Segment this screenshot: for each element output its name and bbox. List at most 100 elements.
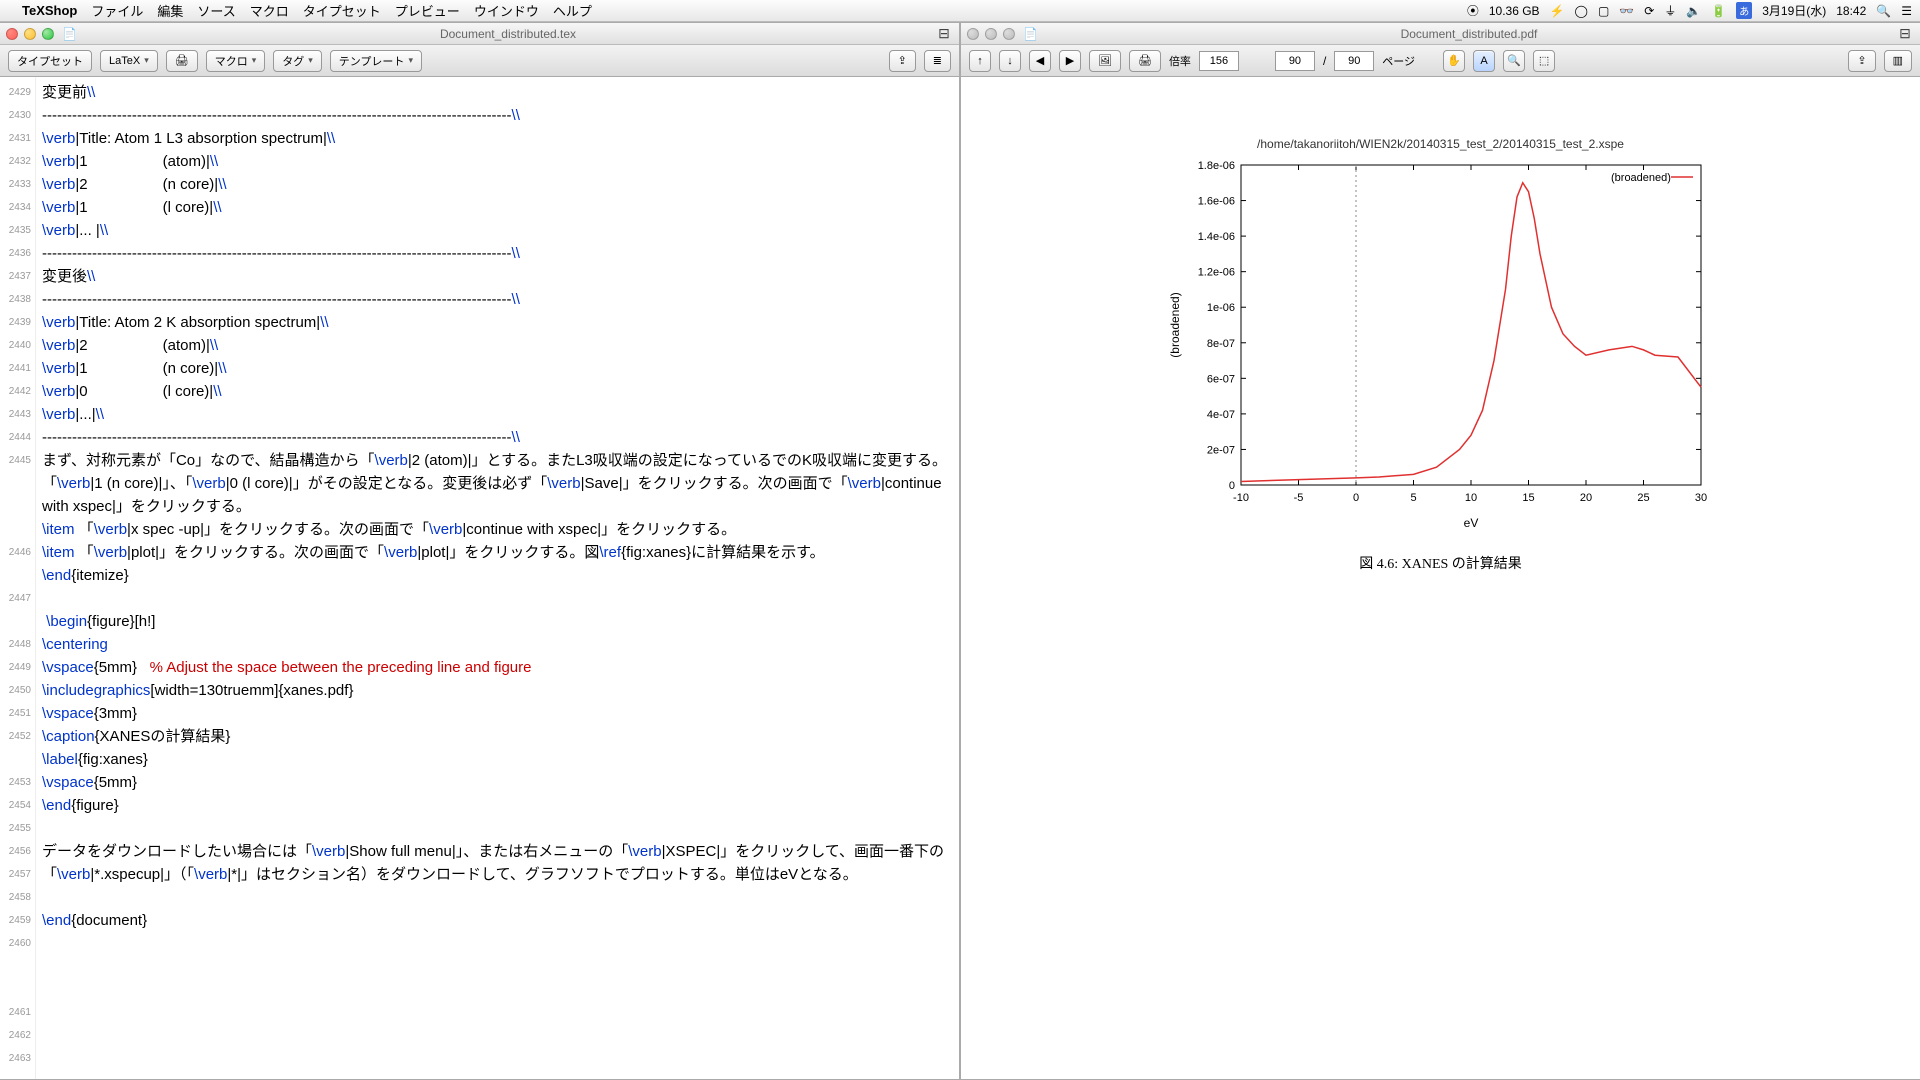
menu-preview[interactable]: プレビュー bbox=[395, 1, 460, 20]
box-icon[interactable]: ▢ bbox=[1598, 4, 1609, 18]
zoom-icon[interactable] bbox=[1003, 28, 1015, 40]
line-gutter: 2429243024312432243324342435243624372438… bbox=[0, 77, 36, 1079]
code-line[interactable]: \vspace{3mm} bbox=[42, 702, 953, 725]
code-line[interactable]: \verb|1 (l core)|\\ bbox=[42, 196, 953, 219]
zoom-tool-button[interactable]: 🔍 bbox=[1503, 50, 1525, 72]
close-icon[interactable] bbox=[967, 28, 979, 40]
forward-button[interactable]: ▶ bbox=[1059, 50, 1081, 72]
page-down-button[interactable]: ↓ bbox=[999, 50, 1021, 72]
typeset-button[interactable]: タイプセット bbox=[8, 50, 92, 72]
svg-text:(broadened): (broadened) bbox=[1611, 172, 1671, 184]
code-line[interactable]: ----------------------------------------… bbox=[42, 288, 953, 311]
ime-icon[interactable]: あ bbox=[1736, 2, 1752, 19]
date[interactable]: 3月19日(水) bbox=[1762, 2, 1826, 19]
print-button[interactable]: 🖨 bbox=[1129, 50, 1161, 72]
menu-edit[interactable]: 編集 bbox=[157, 1, 183, 20]
code-line[interactable]: \end{itemize} bbox=[42, 564, 953, 587]
split-button[interactable]: ≣ bbox=[924, 50, 951, 72]
volume-icon[interactable]: 🔈 bbox=[1686, 4, 1701, 18]
drawer-button[interactable]: ▥ bbox=[1884, 50, 1912, 72]
code-line[interactable] bbox=[42, 587, 953, 610]
share-button[interactable]: ⇪ bbox=[889, 50, 916, 72]
code-line[interactable]: \end{document} bbox=[42, 909, 953, 932]
code-line[interactable]: 変更後\\ bbox=[42, 265, 953, 288]
page-input[interactable] bbox=[1275, 51, 1315, 71]
toolbar-toggle-icon[interactable]: ⊟ bbox=[935, 25, 953, 43]
code-line[interactable]: \vspace{5mm} % Adjust the space between … bbox=[42, 656, 953, 679]
hand-tool-button[interactable]: ✋ bbox=[1443, 50, 1465, 72]
code-line[interactable]: \caption{XANESの計算結果} bbox=[42, 725, 953, 748]
menu-window[interactable]: ウインドウ bbox=[474, 1, 539, 20]
svg-text:0: 0 bbox=[1352, 492, 1358, 504]
code-line[interactable]: \begin{figure}[h!] bbox=[42, 610, 953, 633]
code-line[interactable]: \centering bbox=[42, 633, 953, 656]
code-line[interactable]: \verb|...|\\ bbox=[42, 403, 953, 426]
code-line[interactable] bbox=[42, 886, 953, 909]
svg-text:1e-06: 1e-06 bbox=[1206, 302, 1234, 314]
recording-icon[interactable]: ⦿ bbox=[1467, 2, 1479, 19]
engine-select[interactable]: LaTeX bbox=[100, 50, 158, 72]
minimize-icon[interactable] bbox=[985, 28, 997, 40]
template-select[interactable]: テンプレート bbox=[330, 50, 422, 72]
code-line[interactable]: \verb|2 (atom)|\\ bbox=[42, 334, 953, 357]
time[interactable]: 18:42 bbox=[1836, 4, 1866, 18]
page-slash: / bbox=[1323, 54, 1326, 68]
minimize-icon[interactable] bbox=[24, 28, 36, 40]
svg-text:(broadened): (broadened) bbox=[1168, 292, 1182, 357]
code-line[interactable]: \vspace{5mm} bbox=[42, 771, 953, 794]
menu-typeset[interactable]: タイプセット bbox=[303, 1, 381, 20]
editor-area[interactable]: 2429243024312432243324342435243624372438… bbox=[0, 77, 959, 1079]
code-line[interactable]: \end{figure} bbox=[42, 794, 953, 817]
menu-help[interactable]: ヘルプ bbox=[553, 1, 592, 20]
code-line[interactable]: \verb|0 (l core)|\\ bbox=[42, 380, 953, 403]
circle-icon[interactable]: ◯ bbox=[1575, 4, 1588, 18]
back-button[interactable]: ◀ bbox=[1029, 50, 1051, 72]
preview-titlebar[interactable]: 📄 Document_distributed.pdf ⊟ bbox=[961, 23, 1920, 45]
wifi-icon[interactable]: ⏚ bbox=[1664, 2, 1676, 19]
code-line[interactable]: \label{fig:xanes} bbox=[42, 748, 953, 771]
code-line[interactable]: \verb|Title: Atom 2 K absorption spectru… bbox=[42, 311, 953, 334]
code-line[interactable]: 変更前\\ bbox=[42, 81, 953, 104]
macro-select[interactable]: マクロ bbox=[206, 50, 266, 72]
scale-input[interactable] bbox=[1199, 51, 1239, 71]
share-button[interactable]: ⇪ bbox=[1848, 50, 1875, 72]
glasses-icon[interactable]: 👓 bbox=[1619, 4, 1634, 18]
app-name[interactable]: TeXShop bbox=[22, 3, 77, 18]
menu-source[interactable]: ソース bbox=[197, 1, 235, 20]
code-line[interactable]: データをダウンロードしたい場合には「\verb|Show full menu|」… bbox=[42, 840, 953, 886]
code-line[interactable] bbox=[42, 817, 953, 840]
notifications-icon[interactable]: ☰ bbox=[1901, 4, 1912, 18]
battery-icon[interactable]: 🔋 bbox=[1711, 4, 1726, 18]
code-line[interactable]: ----------------------------------------… bbox=[42, 242, 953, 265]
bolt-icon[interactable]: ⚡ bbox=[1550, 4, 1565, 18]
code-line[interactable]: ----------------------------------------… bbox=[42, 104, 953, 127]
marquee-tool-button[interactable]: ⬚ bbox=[1533, 50, 1555, 72]
tag-select[interactable]: タグ bbox=[273, 50, 322, 72]
code-line[interactable]: \includegraphics[width=130truemm]{xanes.… bbox=[42, 679, 953, 702]
page-up-button[interactable]: ↑ bbox=[969, 50, 991, 72]
close-icon[interactable] bbox=[6, 28, 18, 40]
print-button[interactable]: 🖨 bbox=[166, 50, 198, 72]
code-line[interactable]: \verb|Title: Atom 1 L3 absorption spectr… bbox=[42, 127, 953, 150]
text-tool-button[interactable]: A bbox=[1473, 50, 1495, 72]
toolbar-toggle-icon[interactable]: ⊟ bbox=[1896, 25, 1914, 43]
code-line[interactable] bbox=[42, 932, 953, 955]
code-content[interactable]: 変更前\\-----------------------------------… bbox=[36, 77, 959, 1079]
code-line[interactable]: まず、対称元素が「Co」なので、結晶構造から「\verb|2 (atom)|」と… bbox=[42, 449, 953, 518]
zoom-icon[interactable] bbox=[42, 28, 54, 40]
sync-icon[interactable]: ⟳ bbox=[1644, 4, 1654, 18]
code-line[interactable]: \verb|1 (n core)|\\ bbox=[42, 357, 953, 380]
pdf-viewport[interactable]: /home/takanoriitoh/WIEN2k/20140315_test_… bbox=[961, 77, 1920, 1079]
code-line[interactable]: ----------------------------------------… bbox=[42, 426, 953, 449]
code-line[interactable]: \verb|2 (n core)|\\ bbox=[42, 173, 953, 196]
menu-file[interactable]: ファイル bbox=[91, 1, 143, 20]
code-line[interactable]: \item 「\verb|x spec -up|」をクリックする。次の画面で「\… bbox=[42, 518, 953, 541]
menu-macro[interactable]: マクロ bbox=[250, 1, 289, 20]
code-line[interactable]: \item 「\verb|plot|」をクリックする。次の画面で「\verb|p… bbox=[42, 541, 953, 564]
spotlight-icon[interactable]: 🔍 bbox=[1876, 4, 1891, 18]
image-tool-button[interactable]: 🖼 bbox=[1089, 50, 1121, 72]
editor-titlebar[interactable]: 📄 Document_distributed.tex ⊟ bbox=[0, 23, 959, 45]
code-line[interactable]: \verb|... |\\ bbox=[42, 219, 953, 242]
svg-text:20: 20 bbox=[1579, 492, 1591, 504]
code-line[interactable]: \verb|1 (atom)|\\ bbox=[42, 150, 953, 173]
